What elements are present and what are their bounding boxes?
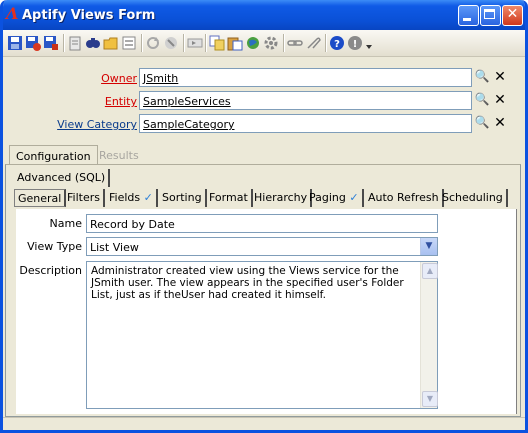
tab-advanced-sql[interactable]: Advanced (SQL) bbox=[14, 169, 111, 187]
tab-results[interactable]: Results bbox=[93, 145, 145, 165]
tab-configuration[interactable]: Configuration bbox=[9, 145, 98, 165]
tab-fields[interactable]: Fields ✓ bbox=[106, 189, 158, 207]
entity-clear-icon[interactable]: ✕ bbox=[492, 92, 508, 109]
entity-label[interactable]: Entity bbox=[105, 95, 137, 108]
navigate-icon[interactable] bbox=[187, 35, 203, 51]
view-category-label[interactable]: View Category bbox=[57, 118, 137, 131]
info-icon[interactable]: ! bbox=[347, 35, 363, 51]
link-icon[interactable] bbox=[287, 35, 303, 51]
form-icon[interactable] bbox=[121, 35, 137, 51]
tab-sorting[interactable]: Sorting bbox=[159, 189, 207, 207]
view-category-field[interactable]: SampleCategory bbox=[139, 114, 472, 133]
view-type-label: View Type bbox=[27, 240, 82, 253]
attach-icon[interactable] bbox=[305, 35, 321, 51]
description-text: Administrator created view using the Vie… bbox=[91, 265, 404, 301]
save-icon[interactable] bbox=[7, 35, 23, 51]
window-title: Aptify Views Form bbox=[22, 8, 156, 23]
tab-scheduling[interactable]: Scheduling bbox=[439, 189, 508, 207]
clear-icon[interactable] bbox=[163, 35, 179, 51]
aptify-views-form-window: Λ Aptify Views Form ✕ ? ! Owner JSmith 🔍… bbox=[0, 0, 528, 433]
configuration-panel: Advanced (SQL) General Filters Fields ✓ … bbox=[5, 164, 521, 417]
settings-icon[interactable] bbox=[263, 35, 279, 51]
owner-find-icon[interactable]: 🔍 bbox=[474, 69, 490, 86]
find-icon[interactable] bbox=[85, 35, 101, 51]
maximize-icon bbox=[484, 9, 495, 19]
tab-filters[interactable]: Filters bbox=[64, 189, 105, 207]
general-tab-content: Name Record by Date View Type List View … bbox=[16, 209, 517, 414]
scroll-down-icon[interactable]: ▼ bbox=[422, 391, 438, 407]
delete-icon[interactable] bbox=[67, 35, 83, 51]
view-category-row: View Category SampleCategory 🔍 ✕ bbox=[3, 114, 525, 135]
tab-general[interactable]: General bbox=[14, 189, 67, 207]
minimize-button[interactable] bbox=[458, 5, 479, 26]
scroll-up-icon[interactable]: ▲ bbox=[422, 263, 438, 279]
copy-icon[interactable] bbox=[209, 35, 225, 51]
owner-clear-icon[interactable]: ✕ bbox=[492, 69, 508, 86]
view-category-clear-icon[interactable]: ✕ bbox=[492, 115, 508, 132]
open-icon[interactable] bbox=[103, 35, 119, 51]
toolbar: ? ! bbox=[3, 30, 525, 57]
tab-paging[interactable]: Paging ✓ bbox=[306, 189, 364, 207]
status-bar bbox=[3, 417, 525, 430]
description-scrollbar[interactable]: ▲ ▼ bbox=[420, 262, 438, 408]
help-icon[interactable]: ? bbox=[329, 35, 345, 51]
entity-field[interactable]: SampleServices bbox=[139, 91, 472, 110]
close-icon: ✕ bbox=[506, 6, 519, 22]
web-icon[interactable] bbox=[245, 35, 261, 51]
view-type-select[interactable]: List View ▼ bbox=[86, 237, 438, 256]
more-icon[interactable] bbox=[365, 35, 373, 51]
paging-check-icon: ✓ bbox=[349, 191, 359, 204]
save-and-close-icon[interactable] bbox=[43, 35, 59, 51]
svg-text:!: ! bbox=[353, 39, 358, 50]
view-category-find-icon[interactable]: 🔍 bbox=[474, 115, 490, 132]
main-tab-strip: Configuration Results bbox=[3, 145, 525, 165]
entity-find-icon[interactable]: 🔍 bbox=[474, 92, 490, 109]
record-header-panel: Owner JSmith 🔍 ✕ Entity SampleServices 🔍… bbox=[3, 57, 525, 140]
name-field[interactable]: Record by Date bbox=[86, 214, 438, 233]
owner-row: Owner JSmith 🔍 ✕ bbox=[3, 68, 525, 89]
tab-paging-label: Paging bbox=[309, 191, 346, 204]
description-textarea[interactable]: Administrator created view using the Vie… bbox=[86, 261, 438, 409]
tab-fields-label: Fields bbox=[109, 191, 141, 204]
fields-check-icon: ✓ bbox=[143, 191, 153, 204]
minimize-icon bbox=[463, 18, 471, 21]
name-label: Name bbox=[49, 217, 82, 230]
tab-auto-refresh[interactable]: Auto Refresh bbox=[365, 189, 444, 207]
close-button[interactable]: ✕ bbox=[502, 5, 523, 26]
tab-format[interactable]: Format bbox=[206, 189, 253, 207]
maximize-button[interactable] bbox=[480, 5, 501, 26]
refresh-icon[interactable] bbox=[145, 35, 161, 51]
title-bar[interactable]: Λ Aptify Views Form ✕ bbox=[3, 0, 525, 30]
save-and-new-icon[interactable] bbox=[25, 35, 41, 51]
entity-row: Entity SampleServices 🔍 ✕ bbox=[3, 91, 525, 112]
view-type-value: List View bbox=[90, 241, 139, 254]
aptify-logo-icon: Λ bbox=[6, 4, 19, 23]
paste-icon[interactable] bbox=[227, 35, 243, 51]
description-label: Description bbox=[19, 264, 82, 277]
owner-field[interactable]: JSmith bbox=[139, 68, 472, 87]
owner-label[interactable]: Owner bbox=[101, 72, 137, 85]
chevron-down-icon[interactable]: ▼ bbox=[420, 238, 437, 255]
svg-text:?: ? bbox=[334, 39, 340, 50]
tab-hierarchy[interactable]: Hierarchy bbox=[251, 189, 313, 207]
